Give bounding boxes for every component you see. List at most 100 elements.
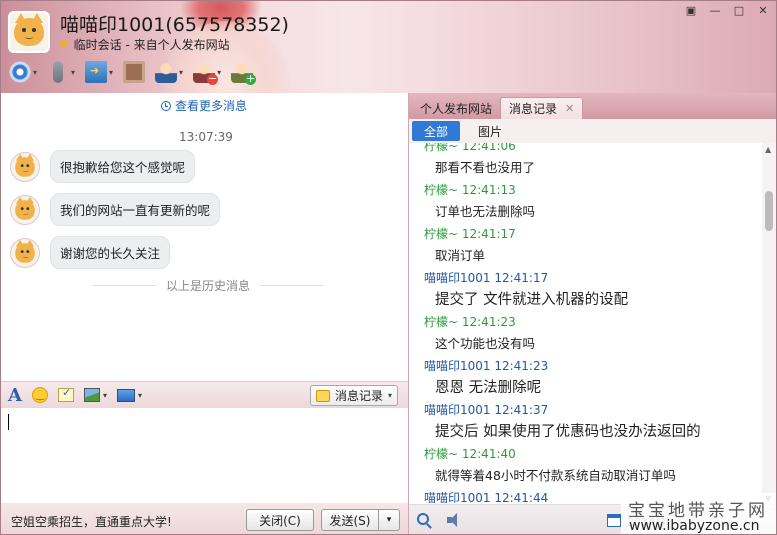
history-entry: 喵喵印1001 12:41:44 — [409, 487, 761, 503]
close-button[interactable]: 关闭(C) — [246, 509, 314, 531]
right-panel: 个人发布网站 消息记录 ✕ 全部 图片 柠檬~ 12:41:06 那看不看也没用了柠… — [408, 93, 776, 534]
history-sender: 喵喵印1001 12:41:17 — [424, 271, 549, 285]
emoji-icon[interactable] — [31, 387, 48, 403]
ad-link[interactable]: 空姐空乘招生，直通重点大学! — [11, 513, 172, 530]
filter-images[interactable]: 图片 — [466, 121, 514, 141]
chevron-down-icon[interactable]: ▾ — [138, 391, 142, 400]
remote-desktop-icon — [123, 61, 146, 83]
history-divider-label: 以上是历史消息 — [166, 279, 251, 293]
header-toolbar: ▾ ▾ ▾ ▾ ▾ — [9, 61, 257, 85]
window-controls: ▣ — □ ✕ — [680, 4, 774, 19]
history-divider: 以上是历史消息 — [93, 277, 324, 294]
remote-assist-button[interactable] — [123, 61, 146, 83]
send-button[interactable]: 发送(S) — [321, 509, 379, 531]
history-date[interactable]: 2014/3/ — [627, 516, 669, 529]
chevron-down-icon: ▾ — [179, 67, 184, 77]
history-text: 提交后 如果使用了优惠码也没办法返回的 — [435, 424, 701, 440]
tab-label: 个人发布网站 — [420, 101, 493, 116]
message-history-label: 消息记录 — [334, 389, 383, 403]
history-sender: 柠檬~ 12:41:06 — [424, 143, 516, 153]
skin-button[interactable]: ▣ — [680, 4, 702, 19]
font-icon[interactable]: A — [8, 385, 22, 406]
clock-icon — [161, 100, 171, 111]
session-info-text: 临时会话 - 来自个人发布网站 — [73, 38, 230, 52]
history-entry: 喵喵印1001 12:41:37 提交后 如果使用了优惠码也没办法返回的 — [409, 399, 761, 443]
message-bubble: 很抱歉给您这个感觉呢 — [50, 150, 196, 183]
message-history-button[interactable]: 消息记录 ▾ — [309, 385, 398, 406]
send-file-button[interactable]: ▾ — [85, 61, 113, 83]
camera-icon — [9, 61, 31, 83]
session-info: ★ 临时会话 - 来自个人发布网站 — [58, 36, 230, 53]
message-bubble: 谢谢您的长久关注 — [50, 236, 171, 269]
maximize-button[interactable]: □ — [728, 4, 750, 19]
history-filter-tabs: 全部 图片 — [409, 119, 776, 143]
magic-text-icon[interactable] — [57, 386, 74, 402]
tab-message-history[interactable]: 消息记录 ✕ — [500, 97, 584, 119]
sender-avatar[interactable] — [10, 237, 40, 268]
view-more-messages-link[interactable]: 查看更多消息 — [161, 97, 247, 114]
send-file-icon — [85, 61, 108, 83]
image-icon[interactable] — [83, 388, 100, 402]
chevron-down-icon: ▾ — [109, 67, 114, 77]
history-sender: 喵喵印1001 12:41:37 — [424, 403, 549, 417]
chevron-down-icon: ▾ — [71, 67, 76, 77]
chevron-down-icon[interactable]: ▾ — [103, 391, 107, 400]
chat-window: 喵喵印1001(657578352) ★ 临时会话 - 来自个人发布网站 ▣ —… — [0, 0, 777, 535]
history-text: 这个功能也没有吗 — [435, 336, 536, 351]
history-log-list: 柠檬~ 12:41:06 那看不看也没用了 柠檬~ 12:41:13 订单也无法删除吗… — [409, 143, 761, 503]
voice-call-button[interactable]: ▾ — [47, 61, 75, 83]
close-icon[interactable]: ✕ — [565, 102, 574, 115]
divider-line — [93, 285, 156, 286]
history-entry: 柠檬~ 12:41:06 那看不看也没用了 — [409, 143, 761, 179]
message-item: 很抱歉给您这个感觉呢 — [10, 150, 196, 183]
tab-personal-site[interactable]: 个人发布网站 — [412, 97, 500, 119]
right-tabbar: 个人发布网站 消息记录 ✕ — [409, 93, 776, 119]
speaker-icon[interactable] — [447, 513, 461, 527]
history-icon — [315, 389, 330, 402]
sender-avatar[interactable] — [10, 194, 40, 225]
tab-label: 消息记录 — [509, 102, 558, 116]
add-user-icon — [231, 61, 257, 85]
history-sender: 柠檬~ 12:41:23 — [424, 315, 516, 329]
history-text: 提交了 文件就进入机器的设配 — [435, 292, 629, 308]
history-entry: 喵喵印1001 12:41:23 恩恩 无法删除呢 — [409, 355, 761, 399]
screenshot-icon[interactable] — [116, 388, 135, 402]
contact-name[interactable]: 喵喵印1001(657578352) — [60, 10, 289, 37]
history-log: 柠檬~ 12:41:06 那看不看也没用了 柠檬~ 12:41:13 订单也无法删除吗… — [409, 143, 761, 503]
video-call-button[interactable]: ▾ — [9, 61, 37, 83]
history-sender: 喵喵印1001 12:41:23 — [424, 359, 549, 373]
block-contact-button[interactable]: ▾ — [193, 61, 222, 85]
search-icon[interactable] — [417, 513, 429, 525]
window-header: 喵喵印1001(657578352) ★ 临时会话 - 来自个人发布网站 ▣ —… — [1, 1, 776, 161]
scroll-down-icon[interactable]: ▼ — [765, 494, 771, 503]
message-timestamp: 13:07:39 — [179, 130, 233, 144]
calendar-icon[interactable] — [607, 514, 621, 527]
filter-all[interactable]: 全部 — [412, 121, 461, 141]
chevron-down-icon: ▾ — [217, 67, 222, 77]
message-input[interactable] — [1, 408, 408, 503]
contact-avatar[interactable] — [8, 11, 50, 53]
history-text: 取消订单 — [435, 248, 486, 263]
text-caret — [8, 414, 9, 430]
message-item: 谢谢您的长久关注 — [10, 236, 171, 269]
add-friend-button[interactable] — [231, 61, 257, 85]
scroll-thumb[interactable] — [765, 191, 773, 231]
history-entry: 柠檬~ 12:41:17 取消订单 — [409, 223, 761, 267]
send-options-dropdown[interactable]: ▾ — [378, 509, 400, 531]
cat-avatar-icon — [14, 13, 44, 46]
history-text: 就得等着48小时不付款系统自动取消订单吗 — [435, 468, 676, 483]
message-bubble: 我们的网站一直有更新的呢 — [50, 193, 221, 226]
sender-avatar[interactable] — [10, 151, 40, 182]
history-text: 那看不看也没用了 — [435, 160, 536, 175]
history-scrollbar[interactable]: ▲ ▼ — [762, 143, 776, 505]
block-user-icon — [193, 61, 219, 85]
scroll-up-icon[interactable]: ▲ — [765, 145, 771, 154]
chevron-down-icon: ▾ — [387, 391, 392, 400]
history-entry: 柠檬~ 12:41:40 就得等着48小时不付款系统自动取消订单吗 — [409, 443, 761, 487]
view-more-messages-label: 查看更多消息 — [175, 99, 248, 113]
contact-info-button[interactable]: ▾ — [155, 61, 183, 83]
minimize-button[interactable]: — — [704, 4, 726, 19]
close-window-button[interactable]: ✕ — [752, 4, 774, 19]
history-entry: 喵喵印1001 12:41:17 提交了 文件就进入机器的设配 — [409, 267, 761, 311]
chevron-down-icon: ▾ — [33, 67, 38, 77]
